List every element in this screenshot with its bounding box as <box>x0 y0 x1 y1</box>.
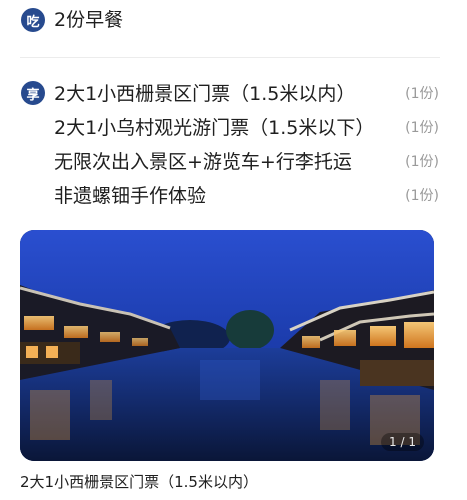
benefit-qty-1: (1份) <box>405 86 439 102</box>
water-town-night-illustration <box>20 230 434 461</box>
benefit-item-3: 无限次出入景区+游览车+行李托运 <box>54 151 352 173</box>
meal-text: 2份早餐 <box>54 9 124 31</box>
photo-caption: 2大1小西栅景区门票（1.5米以内） <box>20 473 258 491</box>
benefit-item-4: 非遗螺钿手作体验 <box>54 185 207 207</box>
section-divider <box>20 57 440 58</box>
benefit-item-1: 2大1小西栅景区门票（1.5米以内） <box>54 83 356 105</box>
benefit-badge-icon: 享 <box>21 81 45 105</box>
scenic-photo[interactable]: 1 / 1 <box>20 230 434 461</box>
image-counter: 1 / 1 <box>381 433 424 451</box>
benefit-item-2: 2大1小乌村观光游门票（1.5米以下） <box>54 117 375 139</box>
benefit-qty-3: (1份) <box>405 154 439 170</box>
meal-badge-icon: 吃 <box>21 8 45 32</box>
benefit-qty-2: (1份) <box>405 120 439 136</box>
benefit-qty-4: (1份) <box>405 188 439 204</box>
